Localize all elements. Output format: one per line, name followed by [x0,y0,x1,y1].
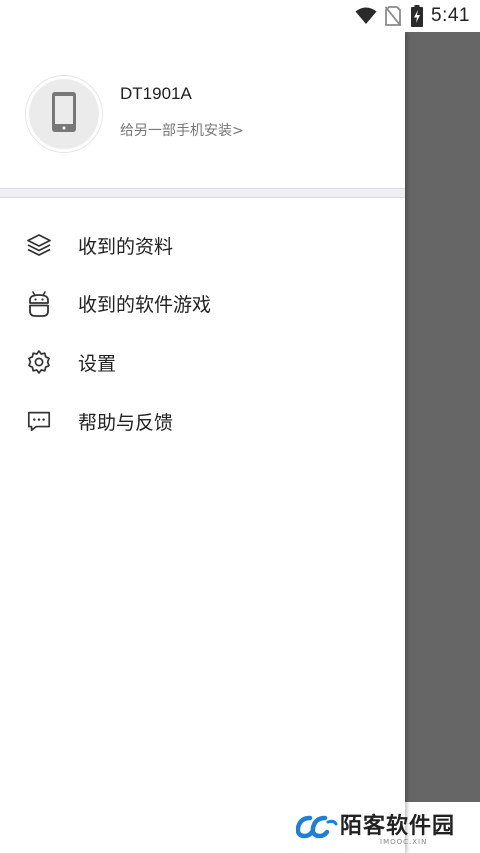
avatar-background [29,79,99,149]
status-bar: 5:41 [0,0,480,32]
chat-bubble-icon [26,408,52,434]
menu-item-label: 设置 [78,352,117,375]
drawer-menu: 收到的资料 收到的软件游戏 设置 帮助与反馈 [0,216,405,450]
menu-item-help-feedback[interactable]: 帮助与反馈 [0,392,405,451]
menu-item-received-apps-games[interactable]: 收到的软件游戏 [0,275,405,334]
clock: 5:41 [431,5,470,26]
status-icons: 5:41 [355,4,470,28]
avatar [25,75,103,153]
phone-icon [51,91,77,137]
layers-icon [26,232,52,258]
android-icon [26,291,52,317]
install-on-another-phone-link[interactable]: 给另一部手机安装> [120,120,244,140]
drawer-scrim[interactable] [405,32,480,802]
device-header: DT1901A 给另一部手机安装> [0,32,405,188]
menu-item-label: 收到的资料 [78,235,174,258]
watermark-text: 陌客软件园 [340,813,456,839]
gear-icon [26,349,52,375]
watermark-logo-icon [295,814,338,844]
device-name: DT1901A [120,84,192,103]
navigation-drawer: DT1901A 给另一部手机安装> 收到的资料 收到的软件游戏 设置 帮助与反馈 [0,32,405,853]
menu-item-label: 收到的软件游戏 [78,294,212,317]
screen: 5:41 DT1901A 给另一部手机安装> 收到的资料 收到的软件游戏 设置 … [0,0,480,853]
battery-charging-icon [411,5,424,27]
section-divider [0,188,405,198]
watermark: 陌客软件园 IMOOC.XIN [295,806,476,850]
menu-item-received-files[interactable]: 收到的资料 [0,216,405,275]
wifi-icon [355,7,377,25]
menu-item-settings[interactable]: 设置 [0,333,405,392]
no-sim-icon [385,6,402,26]
menu-item-label: 帮助与反馈 [78,411,174,434]
watermark-subtext: IMOOC.XIN [380,838,428,846]
